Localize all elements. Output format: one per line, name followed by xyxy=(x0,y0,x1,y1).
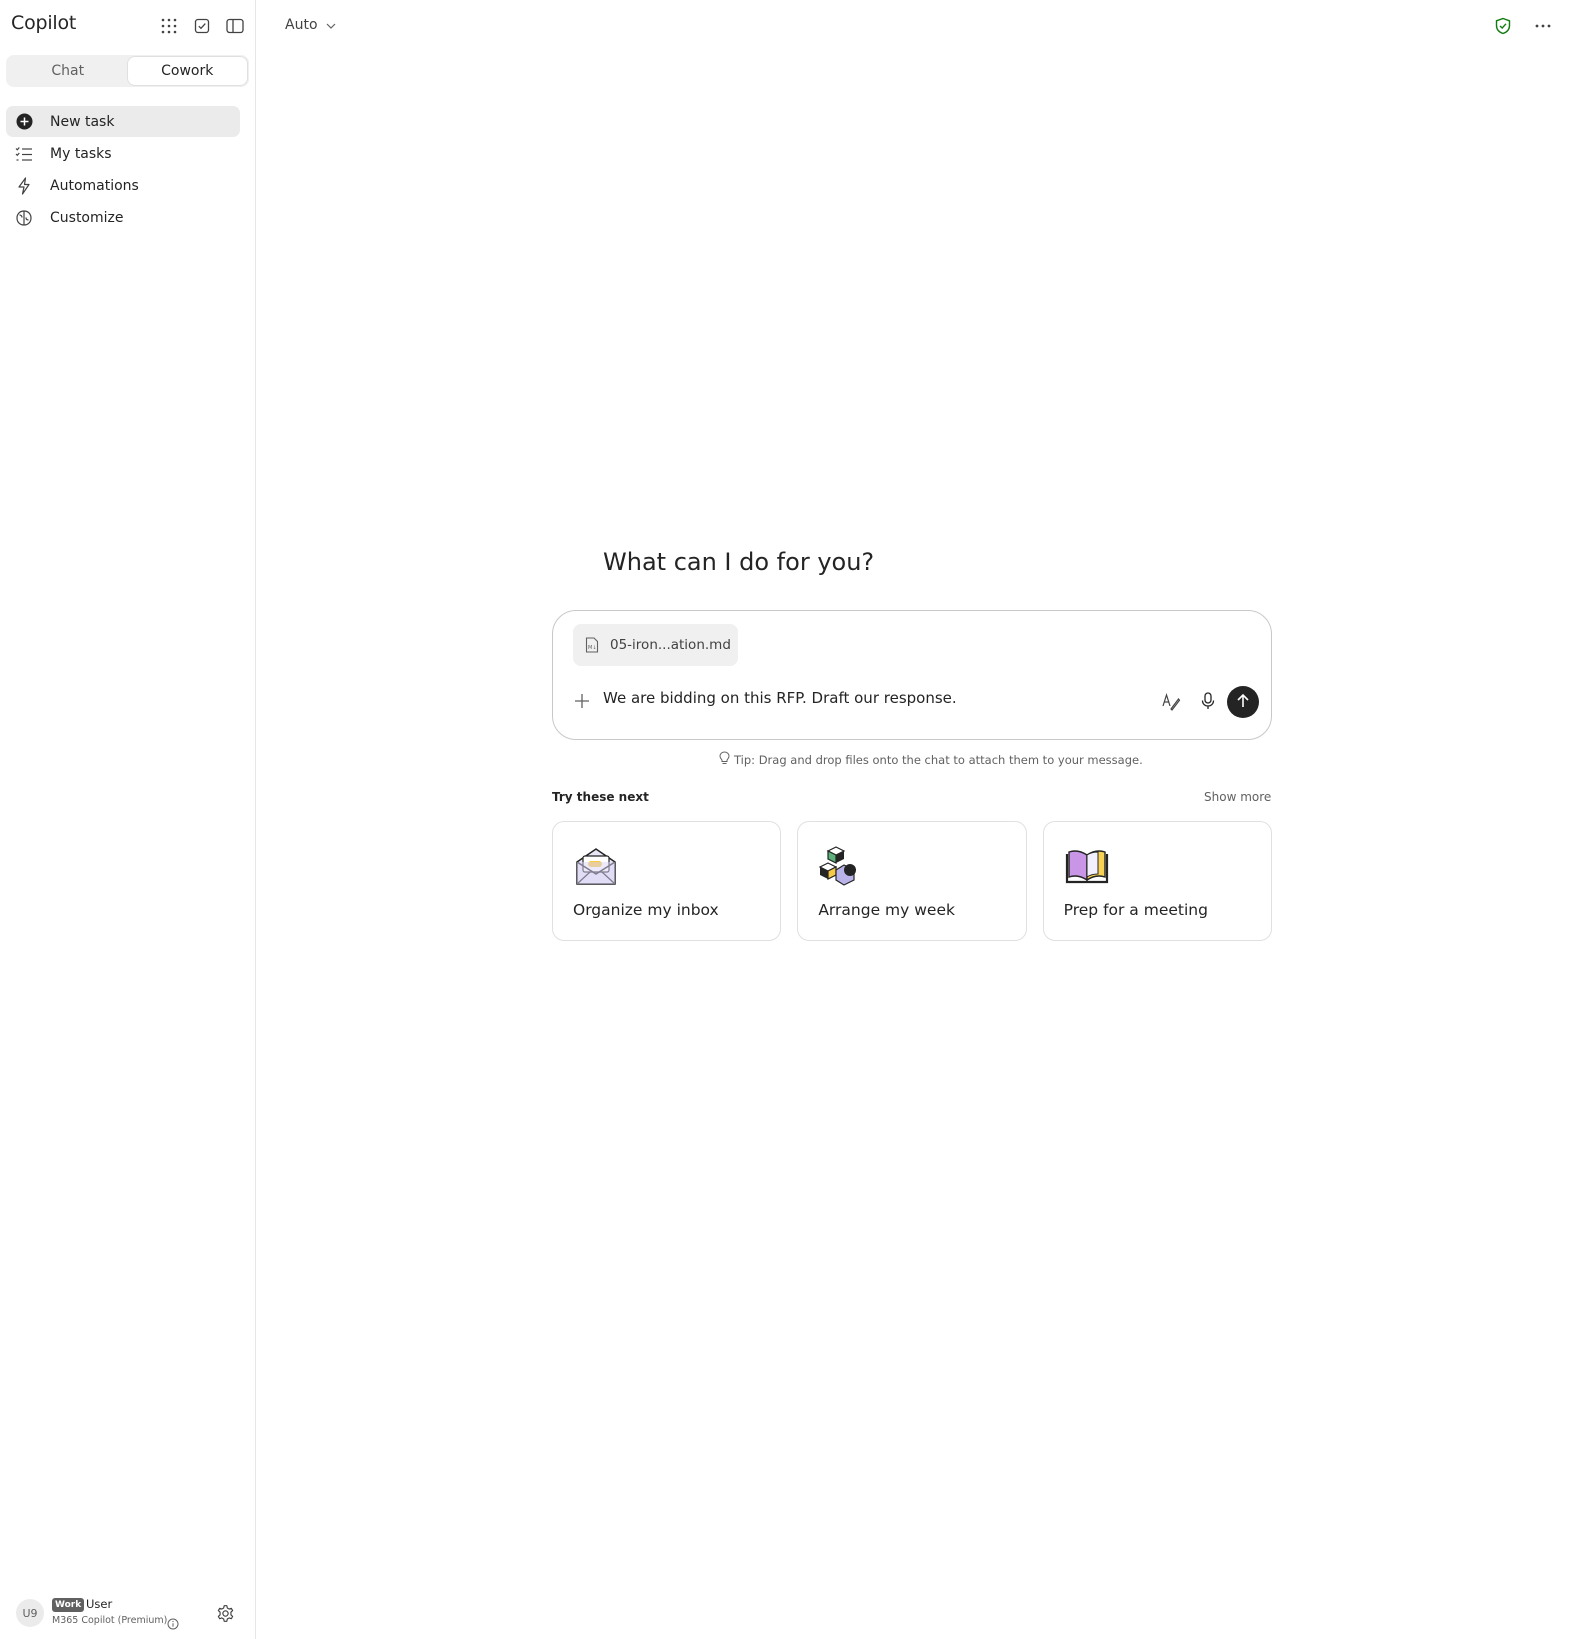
model-picker[interactable]: Auto xyxy=(285,17,336,33)
info-icon[interactable] xyxy=(167,1615,179,1630)
blocks-icon xyxy=(818,844,864,890)
model-label: Auto xyxy=(285,17,318,33)
svg-text:M↓: M↓ xyxy=(588,645,597,651)
apps-grid-icon[interactable] xyxy=(158,15,179,36)
tab-cowork[interactable]: Cowork xyxy=(127,57,247,85)
microphone-icon[interactable] xyxy=(1198,691,1218,711)
sidebar-item-label: My tasks xyxy=(50,145,112,162)
markdown-file-icon: M↓ xyxy=(585,637,601,653)
envelope-icon xyxy=(573,844,619,890)
greeting-heading: What can I do for you? xyxy=(603,548,875,576)
suggestion-card-arrange-week[interactable]: Arrange my week xyxy=(797,821,1027,941)
book-icon xyxy=(1064,844,1110,890)
more-options-icon[interactable] xyxy=(1534,17,1552,35)
attachment-chip[interactable]: M↓ 05-iron...ation.md xyxy=(573,624,738,666)
user-name: User xyxy=(86,1597,113,1611)
add-attachment-icon[interactable] xyxy=(573,692,591,710)
arrow-up-icon xyxy=(1235,693,1251,712)
attachment-name: 05-iron...ation.md xyxy=(610,637,731,653)
sidebar-item-label: Automations xyxy=(50,177,139,194)
plan-label: M365 Copilot (Premium) xyxy=(52,1615,168,1626)
task-list-icon xyxy=(15,145,33,163)
mode-toggle: Chat Cowork xyxy=(6,55,249,87)
composer: M↓ 05-iron...ation.md We are bidding on … xyxy=(552,610,1272,740)
add-circle-icon xyxy=(15,113,33,131)
sidebar-item-customize[interactable]: Customize xyxy=(6,202,240,233)
suggestion-card-prep-meeting[interactable]: Prep for a meeting xyxy=(1042,821,1272,941)
avatar[interactable]: U9 xyxy=(16,1599,44,1627)
tab-chat[interactable]: Chat xyxy=(8,57,128,85)
card-label: Prep for a meeting xyxy=(1063,901,1208,919)
sidebar-top-icons xyxy=(158,15,245,36)
lightbulb-icon xyxy=(719,751,730,768)
send-button[interactable] xyxy=(1227,686,1259,718)
prompt-input[interactable]: We are bidding on this RFP. Draft our re… xyxy=(603,689,1143,713)
gear-icon[interactable] xyxy=(216,1604,235,1623)
sidebar-item-label: New task xyxy=(50,113,115,130)
brain-icon xyxy=(15,209,33,227)
app-title: Copilot xyxy=(11,12,77,34)
card-label: Arrange my week xyxy=(818,901,955,919)
card-label: Organize my inbox xyxy=(573,901,719,919)
flash-icon xyxy=(15,176,33,195)
work-badge: Work xyxy=(52,1598,85,1612)
sidebar-item-label: Customize xyxy=(50,209,124,226)
sidebar-nav: New task My tasks Automations Customize xyxy=(6,106,240,234)
sidebar: Copilot Chat Cowork New task My tasks Au… xyxy=(0,0,256,1639)
chevron-down-icon xyxy=(326,17,336,33)
panel-toggle-icon[interactable] xyxy=(224,15,245,36)
tasks-check-icon[interactable] xyxy=(191,15,212,36)
sidebar-item-new-task[interactable]: New task xyxy=(6,106,240,137)
shield-check-icon[interactable] xyxy=(1494,17,1512,35)
sidebar-item-automations[interactable]: Automations xyxy=(6,170,240,201)
suggestion-card-organize-inbox[interactable]: Organize my inbox xyxy=(552,821,782,941)
sketch-pen-icon[interactable] xyxy=(1161,691,1181,711)
suggestions-heading: Try these next xyxy=(552,790,649,804)
suggestion-cards: Organize my inbox Arrange my week Prep f… xyxy=(552,821,1272,941)
show-more-link[interactable]: Show more xyxy=(1204,790,1271,804)
user-profile[interactable]: U9 Work User M365 Copilot (Premium) xyxy=(16,1597,246,1630)
sidebar-item-my-tasks[interactable]: My tasks xyxy=(6,138,240,169)
tip-text: Tip: Drag and drop files onto the chat t… xyxy=(734,752,1143,767)
tip-text-row: Tip: Drag and drop files onto the chat t… xyxy=(719,751,1143,768)
